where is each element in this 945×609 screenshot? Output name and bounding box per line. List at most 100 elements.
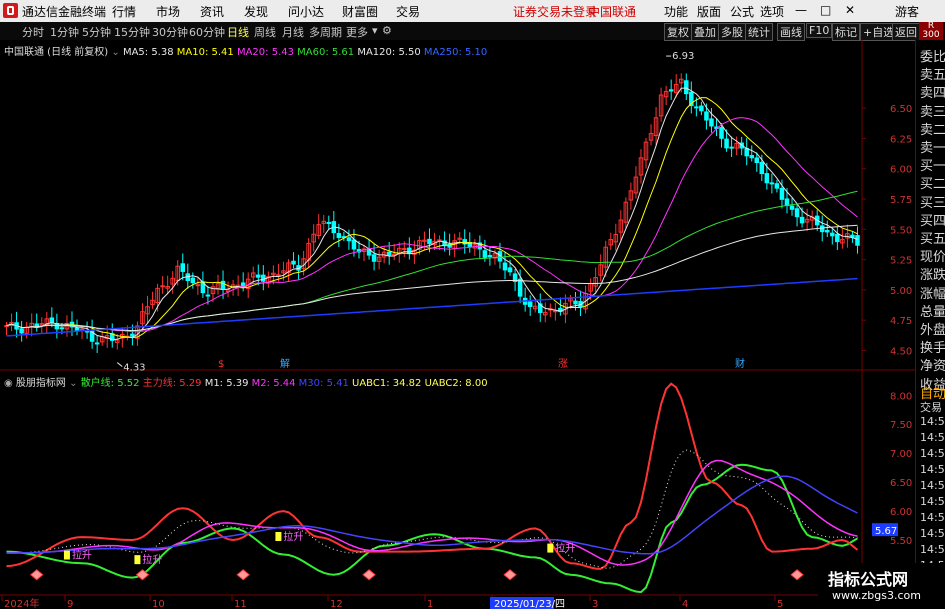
side-panel-item[interactable]: 14:56 [920,495,945,508]
adjust-button[interactable]: 复权 [664,23,692,41]
menu-market[interactable]: 市场 [156,3,180,20]
side-panel-item[interactable]: 卖四 [920,82,945,101]
candle-body [427,238,432,245]
ma-legend-item: MA5: 5.38 [122,47,174,58]
candle-body [774,183,780,189]
signal-label: 拉升 [142,553,162,566]
side-panel-item[interactable]: 买三 [920,192,945,211]
kline-chart-area[interactable]: 6.50 6.25 6.00 5.75 5.50 5.25 5.00 4.75 4.50 8.00… [0,40,915,609]
menu-trade[interactable]: 交易 [396,3,420,20]
side-panel-item[interactable]: 委比 [920,46,945,65]
gear-icon[interactable]: ⚙ [382,24,392,37]
menu-ask[interactable]: 问小达 [288,3,324,20]
menu-layout[interactable]: 版面 [697,3,721,20]
close-icon[interactable]: ✕ [845,3,855,17]
side-panel-item[interactable]: 14:56 [920,543,945,556]
multi-stock-button[interactable]: 多股 [718,23,746,41]
price-tick-label: 5.50 [890,225,912,236]
side-panel-item[interactable]: 14:56 [920,447,945,460]
side-panel-item[interactable]: 买一 [920,155,945,174]
ma20-line [6,117,858,333]
candle-body [34,323,39,327]
stats-button[interactable]: 统计 [745,23,773,41]
period-tab-weekly[interactable]: 周线 [254,24,276,40]
indicator-legend: ◉ 股朋指标网 ⌄ 散户线: 5.52 主力线: 5.29 M1: 5.39 M… [4,374,488,389]
side-panel-item[interactable]: 卖三 [920,101,945,120]
period-tab-monthly[interactable]: 月线 [282,24,304,40]
login-status[interactable]: 证券交易未登录 [513,3,597,20]
side-panel-item[interactable]: 买四 [920,210,945,229]
side-panel-item[interactable]: 交易 [920,399,942,415]
side-panel-item[interactable]: 14:56 [920,415,945,428]
side-panel-item[interactable]: 卖二 [920,119,945,138]
side-panel-item[interactable]: 卖一 [920,137,945,156]
side-panel-item[interactable]: 买五 [920,228,945,247]
side-panel-item[interactable]: 外盘 [920,319,945,338]
chevron-down-icon[interactable]: ⌄ [111,47,119,58]
candle-body [769,182,775,185]
overlay-button[interactable]: 叠加 [691,23,719,41]
side-panel-item[interactable]: 14:56 [920,463,945,476]
candle-body [825,229,830,233]
candle-body [784,198,790,207]
user-label[interactable]: 游客 [895,3,919,20]
diamond-marker [503,569,517,581]
candle-body [729,146,734,149]
side-panel-item[interactable]: 净资 [920,355,945,374]
menu-function[interactable]: 功能 [664,3,688,20]
indicator-icon[interactable]: ◉ [4,378,13,389]
period-tab-timeshare[interactable]: 分时 [22,24,44,40]
side-panel-item[interactable]: 14:56 [920,511,945,524]
candle-body [835,233,840,243]
badge[interactable]: R 300 [919,22,943,40]
side-panel-item[interactable]: 买二 [920,173,945,192]
candle-body [694,106,699,109]
minimize-icon[interactable]: — [795,3,807,17]
period-tab-1min[interactable]: 1分钟 [50,24,79,40]
ma-legend-item: MA10: 5.41 [173,47,234,58]
mark-button[interactable]: 标记 [832,23,860,41]
candle-body [759,161,765,175]
chevron-down-icon[interactable]: ⌄ [69,378,77,389]
ma-legend-item: MA120: 5.50 [354,47,421,58]
side-panel-item[interactable]: 卖五 [920,64,945,83]
date-label: 4 [682,599,688,609]
chevron-down-icon[interactable]: ▾ [372,24,378,37]
draw-line-button[interactable]: 画线 [777,23,805,41]
current-value-label: 5.67 [875,526,897,537]
side-panel-item[interactable]: 14:56 [920,479,945,492]
menu-hq[interactable]: 行情 [112,3,136,20]
menu-options[interactable]: 选项 [760,3,784,20]
menu-wealth[interactable]: 财富圈 [342,3,378,20]
period-tab-15min[interactable]: 15分钟 [114,24,150,40]
period-tab-60min[interactable]: 60分钟 [189,24,225,40]
candle-body [684,80,689,95]
maximize-icon[interactable]: □ [820,3,831,17]
side-panel-item[interactable]: 涨幅 [920,283,945,302]
side-panel-item[interactable]: 涨跌 [920,264,945,283]
date-label: 9 [67,599,73,609]
period-tab-multi[interactable]: 多周期 [309,24,342,40]
price-tick-label: 5.00 [890,286,912,297]
menu-news[interactable]: 资讯 [200,3,224,20]
back-button[interactable]: 返回 [892,23,920,41]
signal-label: 拉升 [72,549,92,562]
indicator-legend-item: 主力线: 5.29 [139,378,202,389]
price-tick-label: 6.00 [890,165,912,176]
period-tab-5min[interactable]: 5分钟 [82,24,111,40]
candle-body [517,278,523,297]
period-tab-daily[interactable]: 日线 [227,24,249,40]
side-panel-item[interactable]: 14:56 [920,431,945,444]
side-panel-item[interactable]: 换手 [920,337,945,356]
menu-formula[interactable]: 公式 [730,3,754,20]
side-panel-item[interactable]: 总量 [920,301,945,320]
event-marker: 财 [735,357,745,370]
title-bar: 通达信金融终端 行情 市场 资讯 发现 问小达 财富圈 交易 证券交易未登录 中… [0,0,945,22]
side-panel-item[interactable]: 现价 [920,246,945,265]
period-tab-more[interactable]: 更多 [346,24,368,40]
side-panel-item[interactable]: 14:56 [920,527,945,540]
f10-button[interactable]: F10 [806,23,833,38]
period-tab-30min[interactable]: 30分钟 [152,24,188,40]
low-price-label: 4.33 [123,363,145,374]
menu-discover[interactable]: 发现 [244,3,268,20]
